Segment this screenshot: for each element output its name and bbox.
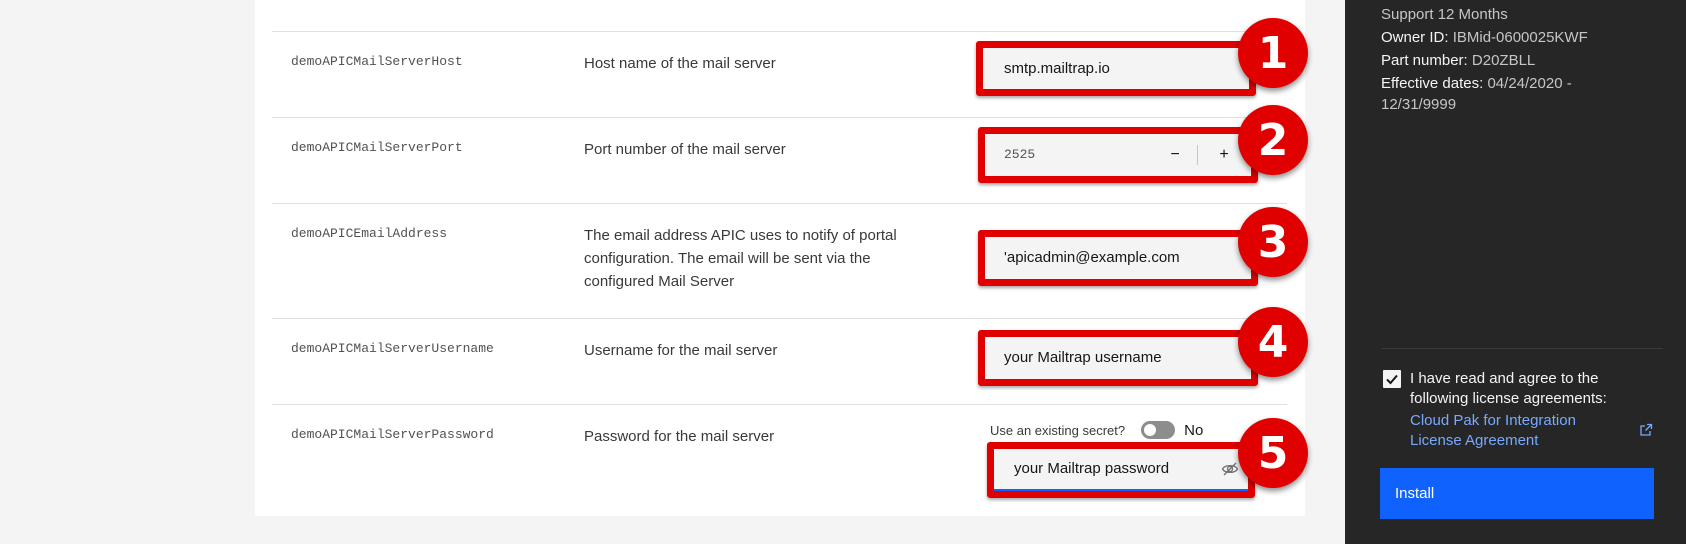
param-key: demoAPICMailServerHost [291, 54, 463, 69]
existing-secret-toggle[interactable] [1141, 421, 1176, 439]
callout-box-2 [978, 127, 1258, 183]
callout-badge-2: 2 [1238, 105, 1308, 175]
effective-dates-label: Effective dates: [1381, 75, 1484, 92]
side-divider [1381, 348, 1663, 349]
install-side-panel: Support 12 Months Owner ID: IBMid-060002… [1345, 0, 1686, 544]
parameters-panel: demoAPICMailServerHost Host name of the … [255, 0, 1308, 544]
param-description: Port number of the mail server [584, 141, 786, 158]
param-key: demoAPICMailServerPort [291, 140, 463, 155]
part-number-value: D20ZBLL [1471, 52, 1536, 69]
part-number: Part number: D20ZBLL [1381, 50, 1535, 72]
param-description: Password for the mail server [584, 428, 775, 445]
callout-badge-4: 4 [1238, 307, 1308, 377]
callout-box-5 [987, 442, 1255, 498]
toggle-knob [1144, 424, 1157, 436]
param-description: Host name of the mail server [584, 55, 776, 72]
callout-badge-5: 5 [1238, 418, 1308, 488]
owner-id-label: Owner ID: [1381, 29, 1449, 46]
existing-secret-state: No [1184, 421, 1204, 439]
param-description: Username for the mail server [584, 342, 778, 359]
param-key: demoAPICMailServerPassword [291, 427, 494, 442]
owner-id: Owner ID: IBMid-0600025KWF [1381, 27, 1588, 49]
part-number-label: Part number: [1381, 52, 1468, 69]
callout-box-4 [978, 330, 1258, 386]
callout-badge-3: 3 [1238, 207, 1308, 277]
callout-badge-1: 1 [1238, 18, 1308, 88]
callout-box-3 [978, 230, 1258, 286]
owner-id-value: IBMid-0600025KWF [1452, 29, 1588, 46]
bottom-strip [255, 516, 1305, 544]
callout-box-1 [976, 41, 1256, 96]
effective-dates-end: 12/31/9999 [1381, 96, 1457, 113]
param-key: demoAPICEmailAddress [291, 226, 448, 241]
existing-secret-label: Use an existing secret? [990, 422, 1126, 438]
checkmark-icon [1386, 374, 1398, 385]
install-button[interactable]: Install [1380, 468, 1654, 519]
effective-dates-value: 04/24/2020 - [1487, 75, 1572, 92]
agree-text: I have read and agree to the following l… [1410, 370, 1607, 407]
param-description: The email address APIC uses to notify of… [584, 227, 897, 290]
agree-checkbox[interactable] [1383, 370, 1401, 388]
param-key: demoAPICMailServerUsername [291, 341, 494, 356]
effective-dates: Effective dates: 04/24/2020 - [1381, 73, 1572, 95]
license-term-text: Support 12 Months [1381, 6, 1508, 23]
existing-secret-toggle-row: Use an existing secret? No [990, 421, 1203, 439]
external-link-icon[interactable] [1638, 422, 1654, 438]
license-agreement-link[interactable]: Cloud Pak for Integration License Agreem… [1410, 411, 1610, 451]
